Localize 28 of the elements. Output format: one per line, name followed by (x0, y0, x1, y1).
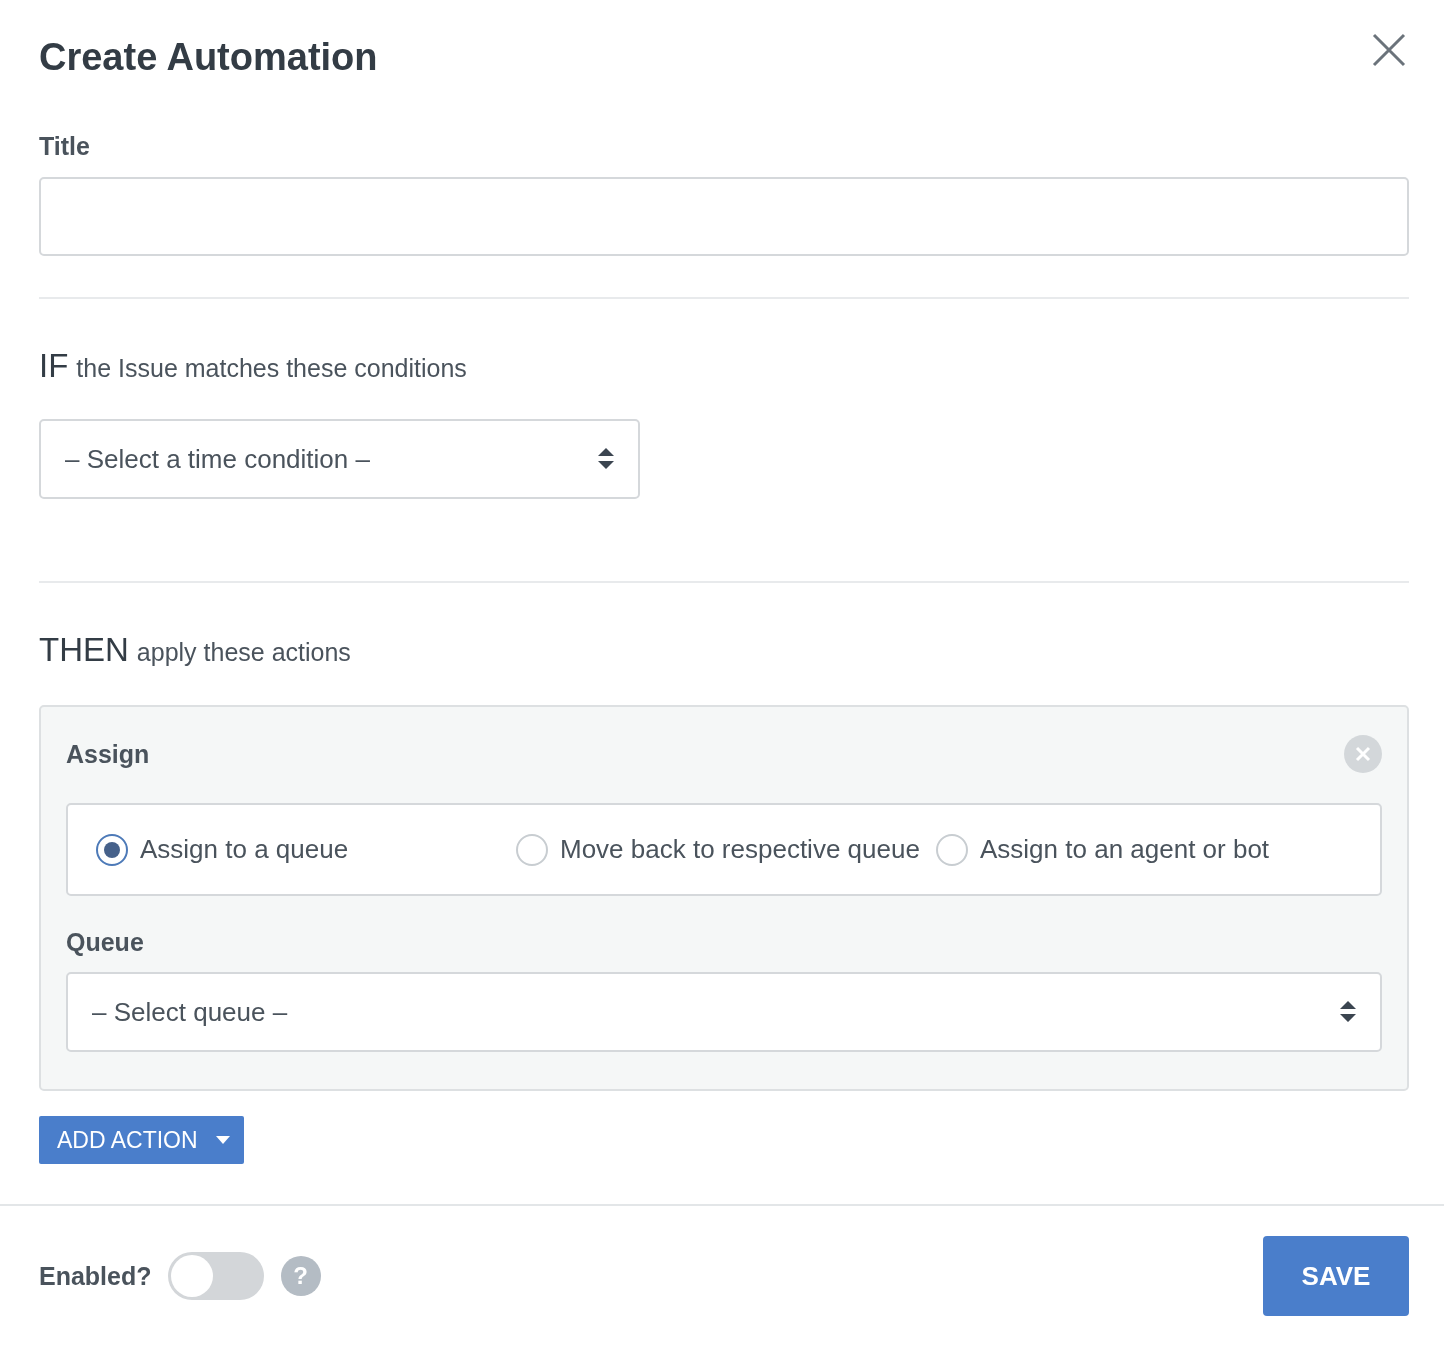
radio-label: Move back to respective queue (560, 834, 920, 865)
radio-label: Assign to a queue (140, 834, 349, 865)
section-text: apply these actions (136, 638, 351, 667)
enabled-toggle[interactable] (167, 1252, 264, 1300)
field-label: Queue (66, 928, 145, 957)
queue-select[interactable]: – Select queue – (66, 972, 1382, 1052)
close-icon (1371, 32, 1407, 68)
sort-arrows-icon (598, 448, 614, 470)
close-icon (1355, 746, 1371, 762)
action-title: Assign (66, 739, 150, 769)
remove-action-button[interactable] (1344, 735, 1382, 773)
radio-button[interactable] (936, 833, 968, 866)
time-condition-select[interactable]: – Select a time condition – (39, 419, 640, 499)
caret-icon (215, 1136, 230, 1144)
section-keyword: THEN (39, 631, 129, 669)
dialog-title: Create Automation (39, 35, 378, 79)
section-keyword: IF (39, 347, 69, 385)
title-input[interactable] (39, 177, 1409, 256)
save-button[interactable]: SAVE (1263, 1236, 1409, 1316)
radio-label: Assign to an agent or bot (980, 834, 1270, 865)
sort-arrows-icon (1340, 1001, 1356, 1023)
radio-button[interactable] (96, 833, 128, 866)
field-label: Title (39, 132, 91, 161)
enabled-label: Enabled? (39, 1261, 152, 1291)
radio-button[interactable] (516, 833, 548, 866)
add-action-button[interactable]: ADD ACTION (39, 1116, 244, 1164)
close-button[interactable] (1371, 32, 1407, 68)
section-text: the Issue matches these conditions (76, 354, 467, 383)
